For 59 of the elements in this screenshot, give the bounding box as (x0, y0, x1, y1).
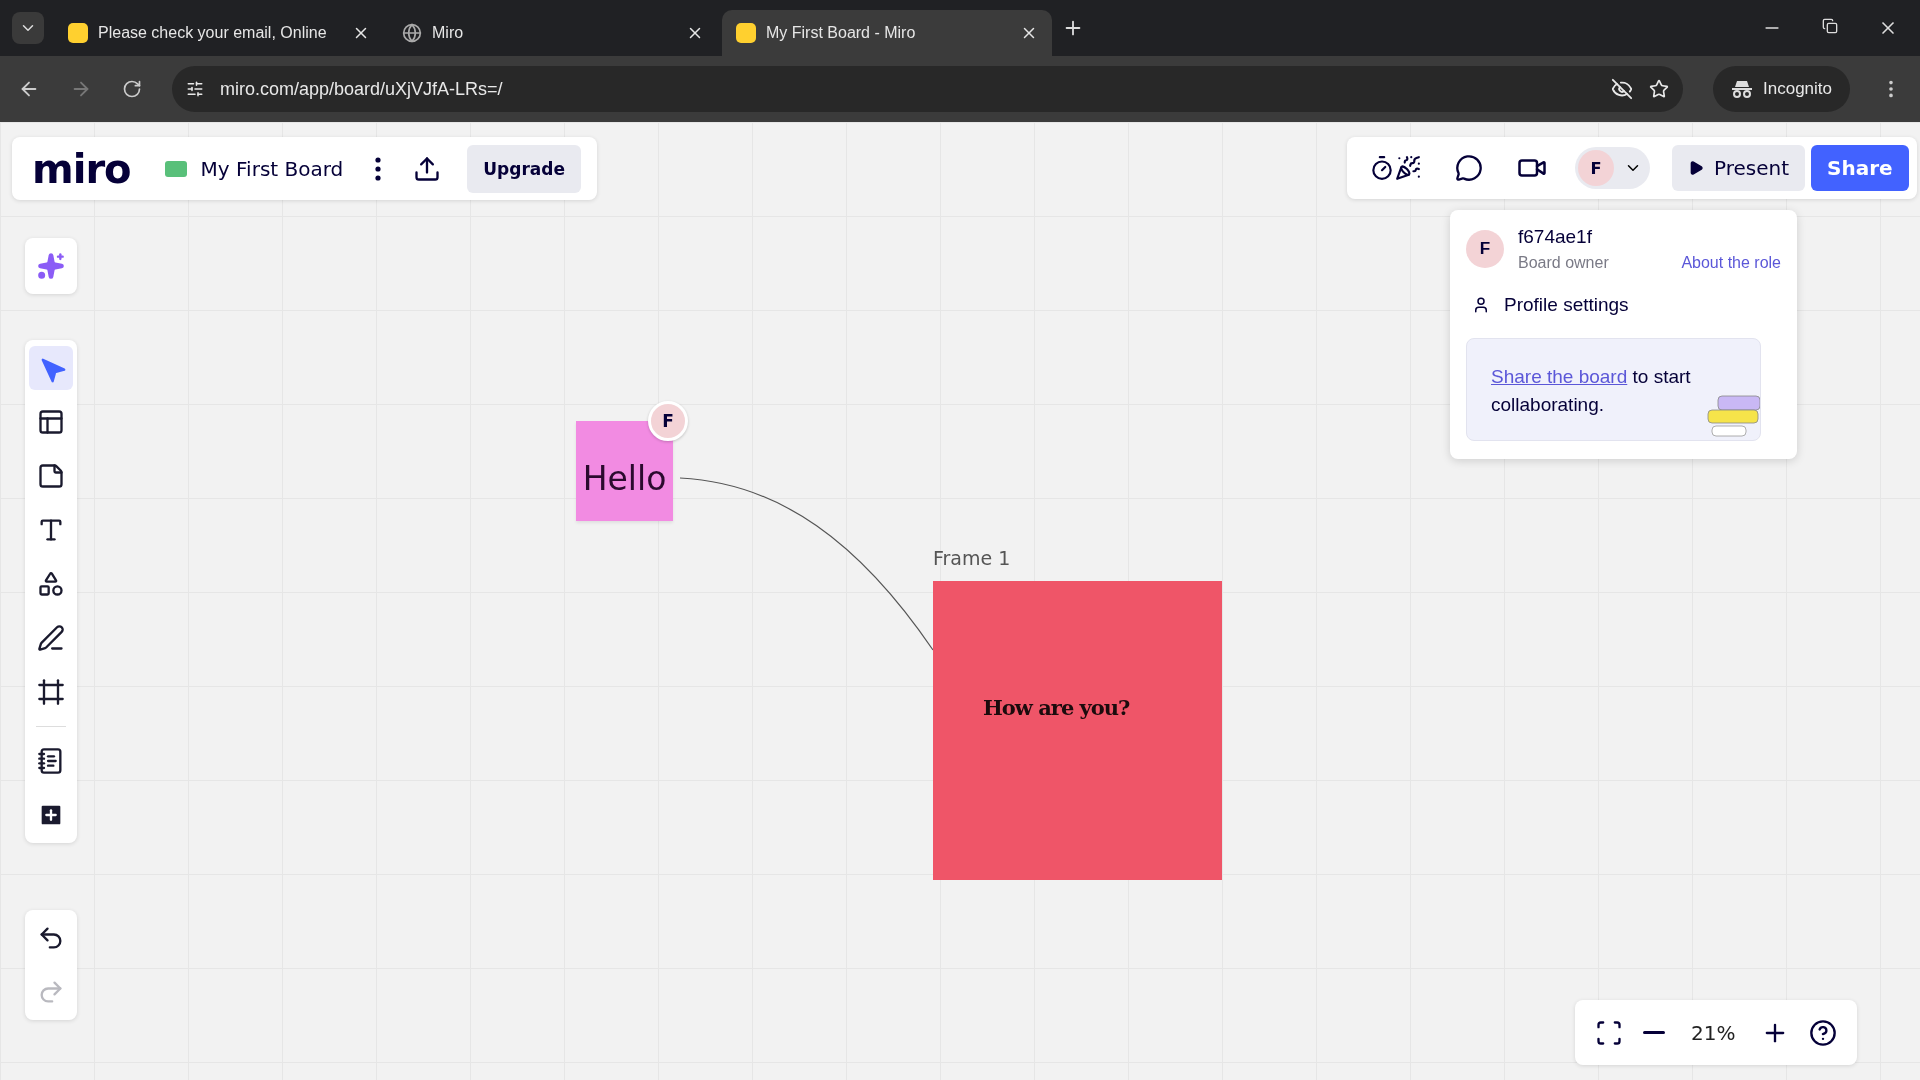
person-icon (1472, 296, 1490, 314)
profile-settings-item[interactable]: Profile settings (1466, 286, 1781, 324)
tab-search-button[interactable] (12, 12, 44, 44)
miro-logo[interactable]: miro (32, 145, 131, 192)
browser-tab[interactable]: Miro (388, 10, 718, 56)
chat-icon (1455, 154, 1483, 182)
board-canvas[interactable]: F Hello Frame 1 How are you? miro My First Board Upgrade F Present Share F f674ae1f Board owner About the role Profile settings Share the board to start collaborating. 21% (0, 122, 1920, 1080)
globe-icon (402, 23, 422, 43)
board-icon (164, 160, 187, 177)
frame[interactable]: How are you? (933, 581, 1222, 880)
favicon-icon (68, 23, 88, 43)
play-icon (1688, 160, 1704, 176)
user-avatar: F (1578, 150, 1614, 186)
tab-title: Miro (432, 24, 465, 42)
present-button[interactable]: Present (1672, 145, 1806, 191)
user-avatar: F (648, 401, 688, 441)
pointer-tool[interactable] (29, 346, 73, 390)
zoom-level[interactable]: 21% (1691, 1020, 1736, 1045)
sparkle-icon (37, 252, 65, 280)
board-title[interactable]: My First Board (200, 156, 344, 181)
restore-icon[interactable] (1822, 18, 1838, 34)
tab-title: Please check your email, Online (98, 24, 328, 42)
pen-icon (37, 624, 65, 652)
share-board-link[interactable]: Share the board (1491, 366, 1628, 387)
frame-icon (1595, 1018, 1623, 1047)
site-info-icon[interactable] (186, 80, 204, 98)
star-icon[interactable] (1649, 79, 1669, 99)
upgrade-button[interactable]: Upgrade (467, 144, 581, 193)
sticky-note-icon (37, 462, 65, 490)
frame-text: How are you? (983, 695, 1130, 720)
browser-tab[interactable]: My First Board - Miro (722, 10, 1052, 56)
sticky-note-text: Hello (582, 458, 667, 498)
help-icon (1809, 1018, 1838, 1047)
user-avatar: F (1466, 230, 1504, 268)
share-promo-text: Share the board to start collaborating. (1491, 365, 1692, 417)
browser-tab[interactable]: Please check your email, Online (54, 10, 384, 56)
party-popper-icon (1395, 155, 1421, 181)
more-icon (375, 156, 382, 181)
incognito-icon (1731, 79, 1753, 99)
timer-icon (1369, 155, 1395, 181)
upload-icon (413, 154, 442, 183)
about-role-link[interactable]: About the role (1681, 254, 1781, 272)
user-name: f674ae1f (1518, 226, 1593, 248)
frame-icon (37, 678, 65, 706)
favicon-icon (736, 23, 756, 43)
notepad-icon (37, 747, 65, 775)
user-role: Board owner (1518, 254, 1609, 272)
shapes-icon (37, 570, 65, 598)
frame-title[interactable]: Frame 1 (933, 547, 1011, 569)
incognito-badge[interactable]: Incognito (1713, 66, 1850, 112)
user-menu-button[interactable]: F (1575, 147, 1650, 189)
address-bar[interactable]: miro.com/app/board/uXjVJfA-LRs=/ (172, 66, 1683, 112)
url-text: miro.com/app/board/uXjVJfA-LRs=/ (220, 78, 504, 100)
reload-icon[interactable] (122, 79, 142, 99)
layout-icon (37, 408, 65, 436)
tab-title: My First Board - Miro (766, 24, 917, 42)
minus-icon (1643, 1031, 1665, 1034)
eye-off-icon[interactable] (1611, 78, 1633, 100)
share-button[interactable]: Share (1811, 145, 1909, 191)
